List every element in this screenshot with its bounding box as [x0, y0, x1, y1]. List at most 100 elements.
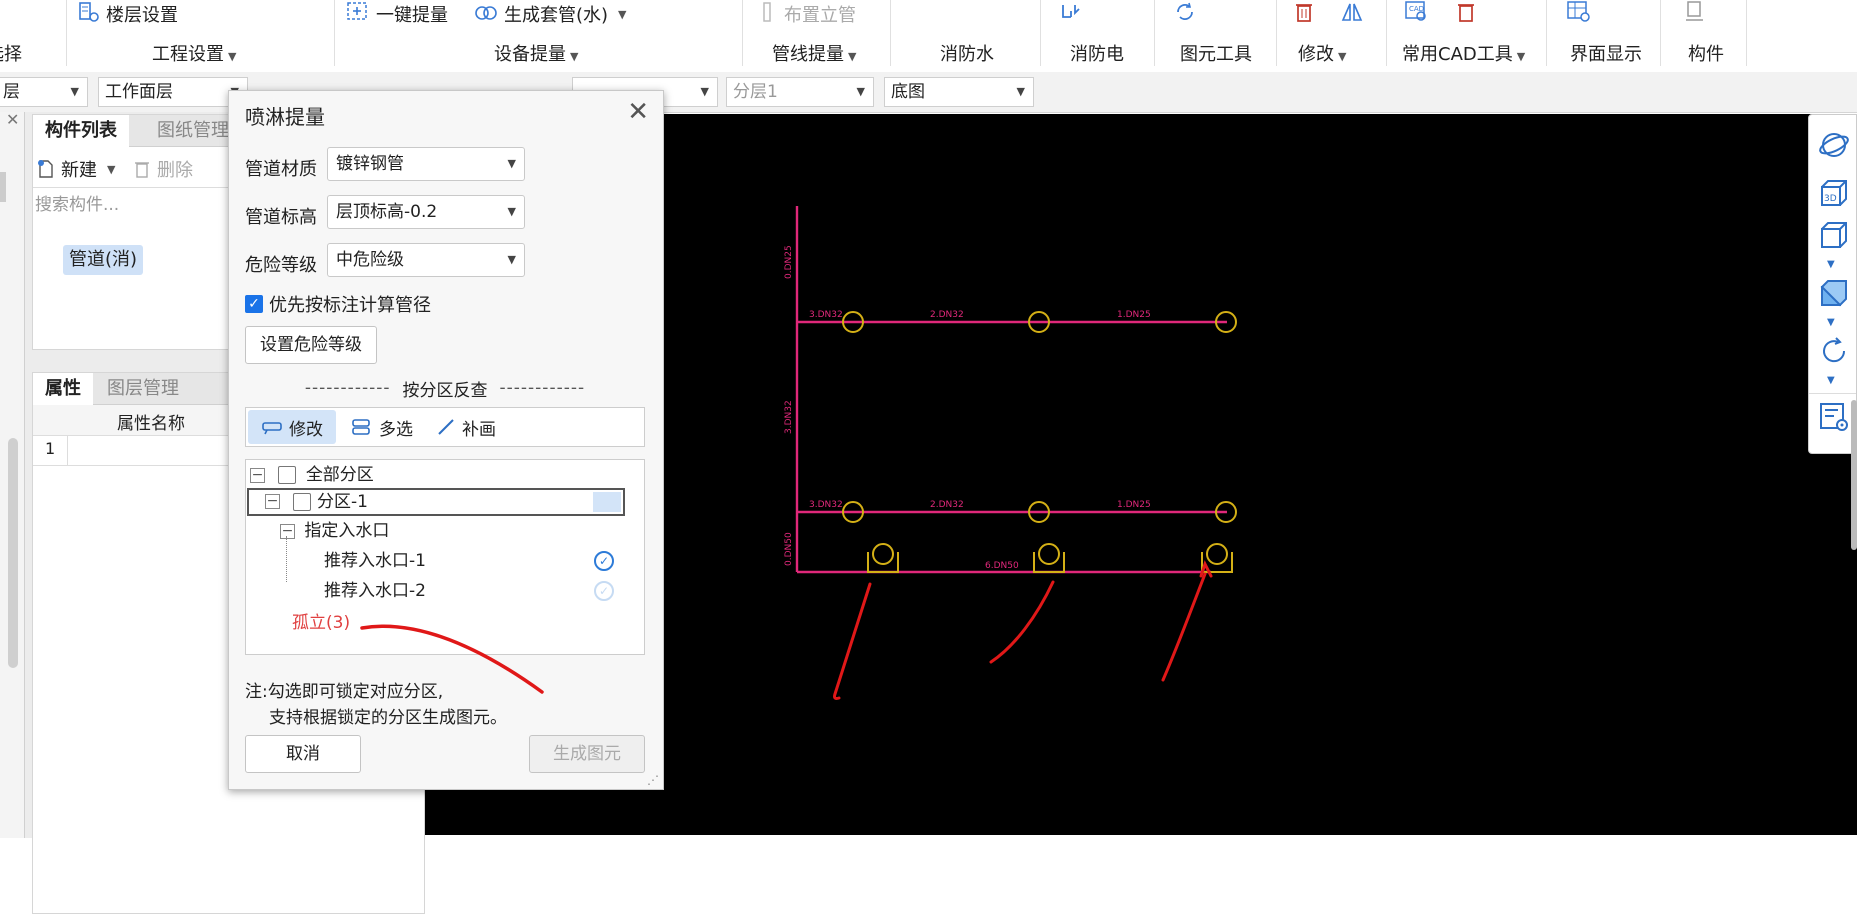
check-circle-icon[interactable]: ✓ [594, 551, 614, 571]
pipe-label: 2.DN32 [930, 310, 964, 320]
cad-delete-icon[interactable] [1454, 0, 1478, 29]
priority-annotation-checkbox[interactable]: ✓ 优先按标注计算管径 [245, 291, 431, 317]
chevron-down-icon: ▼ [507, 205, 516, 218]
dialog-note-line-2: 支持根据锁定的分区生成图元。 [269, 708, 507, 728]
orbit-icon[interactable] [1818, 129, 1850, 166]
supplement-draw-button[interactable]: 补画 [426, 410, 506, 444]
group-project-settings[interactable]: 工程设置 ▼ [152, 40, 236, 66]
collapse-icon[interactable]: − [250, 467, 265, 483]
row-index: 1 [45, 439, 56, 458]
checkbox-icon[interactable] [278, 466, 297, 484]
tab-component-list[interactable]: 构件列表 [33, 115, 129, 147]
pipe-label: 0.DN25 [784, 245, 794, 279]
side-strip: ✕ [0, 110, 25, 838]
modify-mode-button[interactable]: 修改 [248, 410, 336, 444]
pipe-label: 1.DN25 [1117, 500, 1151, 510]
riser-icon [760, 1, 778, 28]
pipe-elevation-select[interactable]: 层顶标高-0.2 ▼ [327, 195, 525, 229]
hazard-level-value: 中危险级 [336, 250, 404, 270]
chevron-down-icon: ▼ [848, 50, 857, 63]
one-click-extract-button[interactable]: 一键提量 [346, 0, 448, 28]
display-settings-icon[interactable] [1818, 401, 1850, 438]
group-equipment-extract[interactable]: 设备提量 ▼ [494, 40, 578, 66]
place-riser-button[interactable]: 布置立管 [760, 0, 856, 28]
new-label: 新建 [61, 160, 97, 181]
check-circle-icon[interactable]: ✓ [594, 581, 614, 601]
ribbon-divider [1276, 0, 1277, 66]
close-icon[interactable]: ✕ [627, 97, 649, 127]
set-hazard-level-button[interactable]: 设置危险等级 [245, 326, 377, 364]
zone-1-label: 分区-1 [317, 492, 368, 512]
tree-node-inlet-rec-1[interactable]: 推荐入水口-1 [324, 548, 426, 574]
isolated-sprinkler[interactable] [867, 543, 899, 573]
scrollbar[interactable] [8, 438, 18, 668]
multi-select-button[interactable]: 多选 [342, 410, 422, 444]
group-fire-water[interactable]: 消防水 [940, 40, 994, 66]
tree-node-zone-1[interactable]: − 分区-1 [247, 488, 625, 516]
canvas-scrollbar[interactable] [1851, 400, 1857, 550]
ribbon-divider [1546, 0, 1547, 66]
ribbon-divider [1040, 0, 1041, 66]
tab-properties[interactable]: 属性 [33, 373, 93, 405]
isolated-sprinkler[interactable] [1033, 543, 1065, 573]
selection-highlight [593, 492, 621, 512]
component-item-pipe[interactable]: 管道(消) [63, 245, 144, 275]
property-name-header: 属性名称 [117, 414, 185, 434]
delete-component-button[interactable]: 删除 [133, 155, 193, 183]
new-component-button[interactable]: 新建 ▼ [37, 155, 115, 183]
mirror-icon[interactable] [1340, 0, 1364, 29]
pipe-material-select[interactable]: 镀锌钢管 ▼ [327, 147, 525, 181]
grid-display-icon[interactable] [1566, 0, 1592, 29]
tab-layer-management[interactable]: 图层管理 [95, 373, 191, 405]
cube-outline-icon[interactable] [1818, 219, 1850, 256]
hazard-level-select[interactable]: 中危险级 ▼ [327, 243, 525, 277]
dashed-divider: ------------ [499, 378, 586, 398]
inlet-rec-2-label: 推荐入水口-2 [324, 581, 426, 601]
group-common-cad[interactable]: 常用CAD工具 ▼ [1402, 40, 1525, 66]
chevron-down-icon[interactable]: ▼ [1827, 259, 1835, 270]
close-icon[interactable]: ✕ [6, 110, 19, 129]
chevron-down-icon: ▼ [856, 85, 865, 98]
tree-node-isolated[interactable]: 孤立(3) [292, 610, 350, 636]
cad-recognize-icon[interactable]: CAD [1404, 0, 1430, 29]
tree-node-inlet[interactable]: − 指定入水口 [280, 518, 389, 544]
delete-label: 删除 [157, 160, 193, 181]
tree-node-inlet-rec-2[interactable]: 推荐入水口-2 [324, 578, 426, 604]
floor-combo[interactable]: 层 ▼ [0, 77, 88, 107]
tree-guide-line [286, 536, 288, 582]
group-component[interactable]: 构件 [1688, 40, 1724, 66]
component-icon[interactable] [1683, 0, 1707, 29]
chevron-down-icon[interactable]: ▼ [1827, 317, 1835, 328]
3d-view-icon[interactable]: 3D [1818, 177, 1850, 214]
sublayer-combo[interactable]: 分层1 ▼ [726, 77, 874, 107]
generate-sleeve-button[interactable]: 生成套管(水) ▼ [474, 0, 627, 28]
ribbon-divider [66, 0, 67, 66]
generate-elements-button[interactable]: 生成图元 [529, 735, 645, 773]
work-layer-combo[interactable]: 工作面层▼ [98, 77, 248, 107]
group-element-tools[interactable]: 图元工具 [1180, 40, 1252, 66]
fire-electric-tool-icon[interactable] [1060, 2, 1086, 29]
tree-node-all-zones[interactable]: − 全部分区 [250, 462, 374, 488]
pipe-label: 2.DN32 [930, 500, 964, 510]
resize-grip-icon[interactable]: ⋰ [647, 773, 659, 787]
pipe-label: 3.DN32 [809, 500, 843, 510]
tab-drawing-management[interactable]: 图纸管理 [145, 115, 241, 147]
group-pipeline-extract[interactable]: 管线提量 ▼ [772, 40, 856, 66]
cancel-button[interactable]: 取消 [245, 735, 361, 773]
one-click-extract-label: 一键提量 [376, 5, 448, 26]
group-modify[interactable]: 修改 ▼ [1298, 40, 1346, 66]
delete-icon[interactable] [1292, 0, 1316, 29]
floor-settings-button[interactable]: 楼层设置 [78, 0, 178, 28]
group-interface-display[interactable]: 界面显示 [1570, 40, 1642, 66]
dialog-title: 喷淋提量 [245, 105, 325, 129]
group-fire-electric[interactable]: 消防电 [1070, 40, 1124, 66]
element-tools-icon[interactable] [1172, 0, 1198, 29]
rotate-icon[interactable] [1818, 335, 1850, 372]
hazard-level-label: 危险等级 [245, 255, 317, 276]
chevron-down-icon[interactable]: ▼ [1827, 375, 1835, 386]
collapse-icon[interactable]: − [265, 494, 280, 509]
checkbox-icon[interactable] [293, 493, 311, 511]
inlet-rec-1-label: 推荐入水口-1 [324, 551, 426, 571]
cube-solid-icon[interactable] [1818, 277, 1850, 314]
base-map-combo[interactable]: 底图 ▼ [884, 77, 1034, 107]
